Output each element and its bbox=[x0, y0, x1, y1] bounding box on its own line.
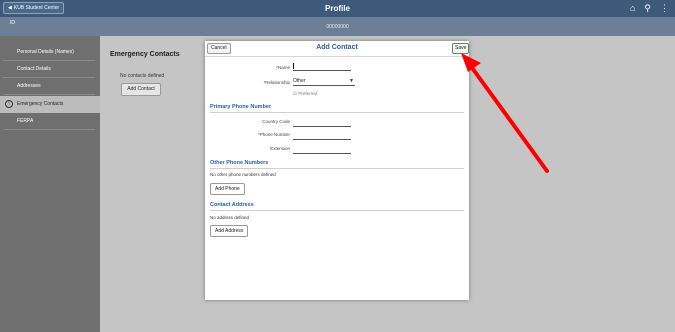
annotation-arrow-icon bbox=[461, 53, 549, 173]
